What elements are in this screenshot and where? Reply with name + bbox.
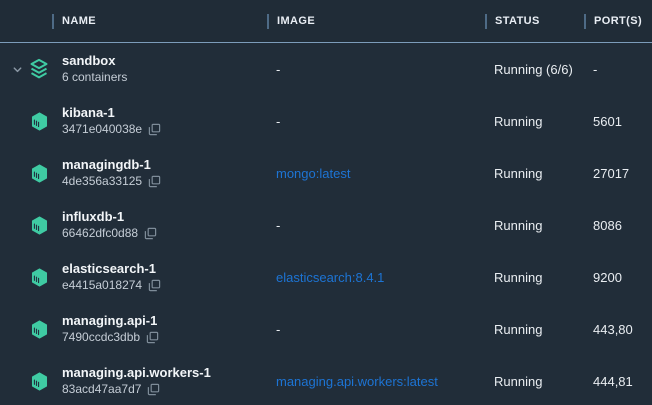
ports-cell: 5601 [593,95,622,147]
name-cell: sandbox 6 containers [62,43,127,95]
container-name[interactable]: elasticsearch-1 [62,261,161,276]
container-cube-icon [29,370,49,392]
image-cell[interactable]: elasticsearch:8.4.1 [276,251,384,303]
compose-stack-icon [29,58,49,80]
column-divider [584,14,586,29]
image-cell[interactable]: - [276,43,280,95]
image-cell[interactable]: managing.api.workers:latest [276,355,438,405]
table-body: sandbox 6 containers - Running (6/6) - [0,43,652,405]
name-cell: managing.api-1 7490ccdc3dbb [62,303,159,355]
column-header-label: NAME [62,15,96,27]
container-id: e4415a018274 [62,278,142,293]
image-cell[interactable]: mongo:latest [276,147,350,199]
name-cell: elasticsearch-1 e4415a018274 [62,251,161,303]
status-cell: Running [494,147,542,199]
table-row[interactable]: elasticsearch-1 e4415a018274 elasticsear… [0,251,652,303]
container-id: 4de356a33125 [62,174,142,189]
containers-table: NAME IMAGE STATUS PORT(S) [0,0,652,405]
table-row[interactable]: managing.api-1 7490ccdc3dbb - Running 44… [0,303,652,355]
column-header-label: PORT(S) [594,15,642,27]
container-name[interactable]: managing.api.workers-1 [62,365,211,380]
ports-cell: 9200 [593,251,622,303]
container-id: 3471e040038e [62,122,142,137]
status-cell: Running [494,303,542,355]
column-divider [485,14,487,29]
copy-icon[interactable] [148,175,161,188]
copy-icon[interactable] [148,279,161,292]
status-cell: Running [494,355,542,405]
ports-cell: 444,81 [593,355,633,405]
name-cell: kibana-1 3471e040038e [62,95,161,147]
container-name[interactable]: sandbox [62,53,127,68]
container-cube-icon [29,266,49,288]
copy-icon[interactable] [148,123,161,136]
table-row[interactable]: kibana-1 3471e040038e - Running 5601 [0,95,652,147]
ports-cell: 27017 [593,147,629,199]
container-cube-icon [29,110,49,132]
container-id: 83acd47aa7d7 [62,382,141,397]
table-header: NAME IMAGE STATUS PORT(S) [0,0,652,43]
image-cell[interactable]: - [276,199,280,251]
container-cube-icon [29,214,49,236]
column-divider [52,14,54,29]
table-row[interactable]: sandbox 6 containers - Running (6/6) - [0,43,652,95]
column-header-name[interactable]: NAME [52,0,96,42]
column-header-status[interactable]: STATUS [485,0,540,42]
ports-cell: - [593,43,597,95]
chevron-down-icon[interactable] [11,63,23,75]
name-cell: influxdb-1 66462dfc0d88 [62,199,157,251]
column-header-label: STATUS [495,15,540,27]
image-cell[interactable]: - [276,303,280,355]
ports-cell: 8086 [593,199,622,251]
column-header-label: IMAGE [277,15,315,27]
status-cell: Running [494,251,542,303]
status-cell: Running (6/6) [494,43,573,95]
ports-cell: 443,80 [593,303,633,355]
copy-icon[interactable] [144,227,157,240]
status-cell: Running [494,199,542,251]
name-cell: managing.api.workers-1 83acd47aa7d7 [62,355,211,405]
name-cell: managingdb-1 4de356a33125 [62,147,161,199]
container-id: 6 containers [62,70,127,85]
status-cell: Running [494,95,542,147]
table-row[interactable]: managingdb-1 4de356a33125 mongo:latest R… [0,147,652,199]
column-header-image[interactable]: IMAGE [267,0,315,42]
image-cell[interactable]: - [276,95,280,147]
table-row[interactable]: managing.api.workers-1 83acd47aa7d7 mana… [0,355,652,405]
column-header-ports[interactable]: PORT(S) [584,0,642,42]
container-name[interactable]: managingdb-1 [62,157,161,172]
copy-icon[interactable] [147,383,160,396]
column-divider [267,14,269,29]
container-id: 66462dfc0d88 [62,226,138,241]
container-name[interactable]: influxdb-1 [62,209,157,224]
container-id: 7490ccdc3dbb [62,330,140,345]
container-name[interactable]: managing.api-1 [62,313,159,328]
container-cube-icon [29,162,49,184]
container-name[interactable]: kibana-1 [62,105,161,120]
container-cube-icon [29,318,49,340]
copy-icon[interactable] [146,331,159,344]
table-row[interactable]: influxdb-1 66462dfc0d88 - Running 8086 [0,199,652,251]
